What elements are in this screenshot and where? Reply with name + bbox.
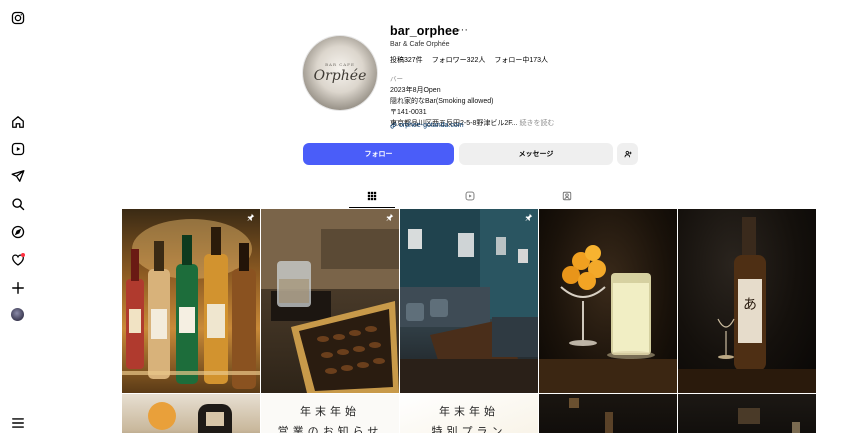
tab-posts[interactable] (349, 183, 395, 208)
profile-display-name: Bar & Cafe Orphée (390, 41, 450, 48)
home-icon[interactable] (11, 115, 25, 129)
profile-picture[interactable]: BAR CAFE Orphée (303, 36, 377, 110)
direct-send-icon[interactable] (11, 169, 25, 183)
post-orange-highball[interactable] (539, 209, 677, 393)
explore-compass-icon[interactable] (11, 225, 25, 239)
follow-button[interactable]: フォロー (303, 143, 454, 165)
search-icon[interactable] (11, 197, 25, 211)
profile-picture-small-text: BAR CAFE (325, 62, 355, 67)
bio-line: 隠れ家的なBar(Smoking allowed) (390, 98, 494, 105)
read-more-link[interactable]: 続きを読む (520, 120, 555, 127)
orange-highball-photo (539, 245, 677, 393)
grid-icon (367, 191, 377, 200)
suggested-users-button[interactable] (617, 143, 638, 165)
post-bartender[interactable] (122, 394, 260, 433)
post-whisky-bottle[interactable]: あ (678, 209, 816, 393)
posts-count[interactable]: 投稿327件 (390, 55, 423, 65)
notification-dot (21, 253, 25, 257)
instagram-logo-icon[interactable] (11, 11, 25, 25)
post-new-year-hours[interactable]: 年末年始 営業のお知らせ (261, 394, 399, 433)
pinned-icon (386, 213, 394, 221)
post-whisky-and-dates[interactable] (261, 209, 399, 393)
dark-bar-photo (569, 398, 613, 433)
left-nav-rail (0, 0, 36, 433)
following-count[interactable]: フォロー中173人 (494, 55, 548, 65)
new-year-special-text: 年末年始 特別プラン (400, 402, 538, 433)
website-text: orphee-gotanda.com (399, 122, 464, 129)
bartender-photo (148, 402, 232, 433)
whisky-bottle-photo: あ (678, 217, 816, 393)
post-dark-bar-2[interactable] (678, 394, 816, 433)
profile-tabs (122, 183, 818, 208)
reels-icon[interactable] (11, 142, 25, 156)
post-bar-interior[interactable] (400, 209, 538, 393)
bar-interior-photo (400, 209, 538, 393)
tab-tagged[interactable] (552, 183, 582, 208)
add-person-icon (624, 150, 632, 158)
new-year-line: 年末年始 (439, 405, 499, 418)
business-notice-line: 営業のお知らせ (277, 425, 383, 433)
link-icon (390, 122, 397, 129)
tab-reels[interactable] (455, 183, 485, 208)
pinned-icon (525, 213, 533, 221)
message-button[interactable]: メッセージ (459, 143, 613, 165)
followers-count[interactable]: フォロワー322人 (432, 55, 486, 65)
special-plan-line: 特別プラン (431, 425, 507, 433)
dark-bar-photo (738, 408, 800, 433)
new-year-hours-text: 年末年始 営業のお知らせ (261, 402, 399, 433)
whisky-dates-photo (261, 209, 399, 393)
svg-text:あ: あ (743, 297, 757, 313)
profile-avatar[interactable] (11, 308, 24, 321)
bio-line: 2023年8月Open (390, 87, 441, 94)
profile-username: bar_orphee (390, 24, 460, 38)
profile-category: バー (390, 76, 403, 83)
pinned-icon (247, 213, 255, 221)
new-year-line: 年末年始 (300, 405, 360, 418)
menu-icon[interactable] (11, 416, 25, 430)
tagged-user-icon (562, 191, 572, 200)
posts-grid: あ 年末年始 営業のお知らせ 年末年始 特別プラン (122, 209, 818, 433)
profile-stats: 投稿327件 フォロワー322人 フォロー中173人 (390, 55, 548, 65)
bio-line: 〒141-0031 (390, 109, 427, 116)
profile-picture-logo-text: Orphée (313, 68, 367, 84)
profile-website-link[interactable]: orphee-gotanda.com (390, 122, 464, 129)
bottles-photo (122, 219, 260, 389)
post-bottles[interactable] (122, 209, 260, 393)
post-dark-bar-1[interactable] (539, 394, 677, 433)
options-more-button[interactable]: ··· (457, 24, 468, 36)
post-new-year-special[interactable]: 年末年始 特別プラン (400, 394, 538, 433)
reels-icon (465, 191, 475, 200)
create-plus-icon[interactable] (11, 281, 25, 295)
